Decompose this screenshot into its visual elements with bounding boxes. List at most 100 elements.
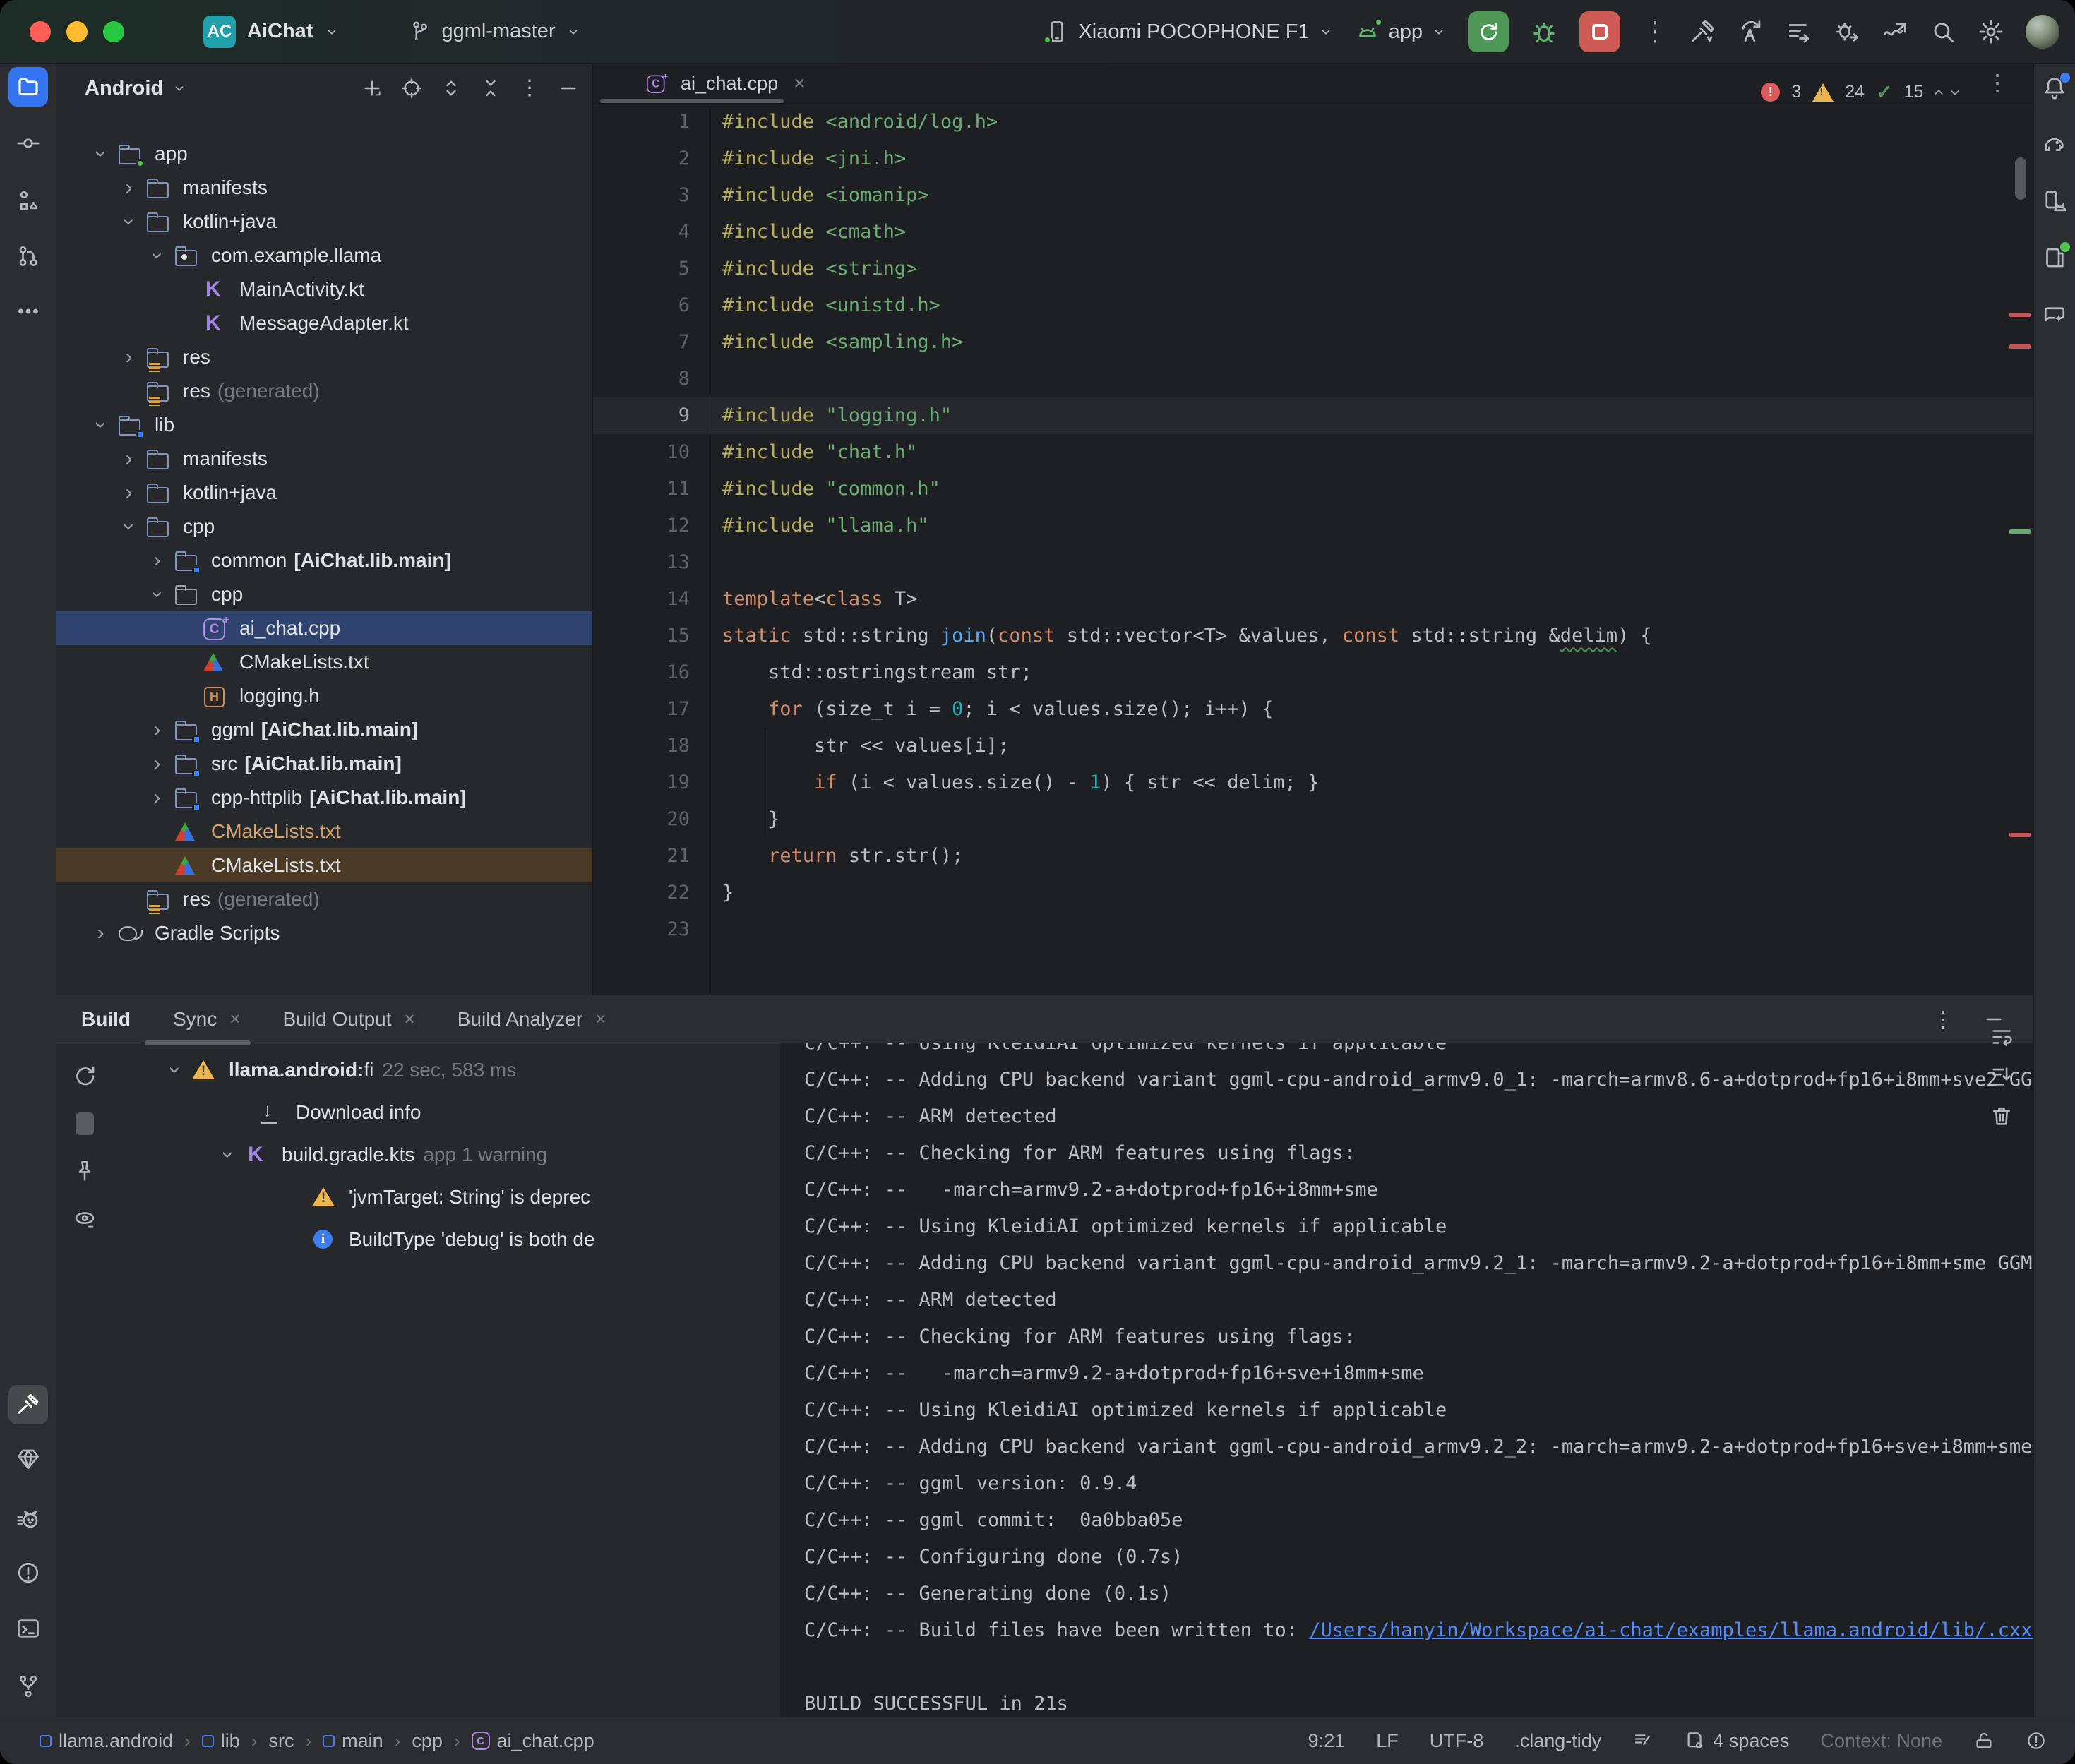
tree-row[interactable]: manifests	[56, 442, 592, 476]
tree-row[interactable]: cpp-httplib[AiChat.lib.main]	[56, 781, 592, 815]
debug-icon[interactable]	[1530, 18, 1558, 46]
close-tab-icon[interactable]: ×	[229, 1008, 240, 1030]
close-tab-icon[interactable]: ×	[794, 72, 805, 95]
build-options-kebab-icon[interactable]: ⋮	[1932, 1008, 1954, 1031]
editor-scrollbar[interactable]	[2015, 157, 2026, 200]
device-selector[interactable]: Xiaomi POCOPHONE F1	[1044, 19, 1333, 44]
chevron-icon[interactable]	[113, 447, 145, 471]
device-manager-button[interactable]	[2038, 184, 2071, 218]
chevron-icon[interactable]	[113, 210, 145, 234]
running-devices-button[interactable]	[2038, 241, 2071, 275]
tree-row[interactable]: src[AiChat.lib.main]	[56, 747, 592, 781]
stop-button[interactable]	[1579, 11, 1620, 52]
more-tool-windows-button[interactable]	[8, 292, 48, 331]
tree-row[interactable]: kotlin+java	[56, 205, 592, 239]
build-tree-row[interactable]: build.gradle.ktsapp 1 warning	[113, 1134, 780, 1176]
notifications-button[interactable]	[2038, 71, 2071, 105]
project-view-selector[interactable]: Android	[85, 77, 163, 100]
code-line[interactable]: 12#include "llama.h"	[593, 508, 2033, 544]
build-tab-build-analyzer[interactable]: Build Analyzer×	[458, 1008, 606, 1031]
profiler-icon[interactable]	[1786, 18, 1812, 45]
chevron-icon[interactable]	[212, 1143, 244, 1167]
code-line[interactable]: 6#include <unistd.h>	[593, 287, 2033, 324]
build-tool-button[interactable]	[8, 1385, 48, 1424]
chevron-icon[interactable]	[85, 413, 116, 437]
avatar[interactable]	[2026, 15, 2059, 49]
chevron-icon[interactable]	[141, 582, 173, 606]
code-line[interactable]: 2#include <jni.h>	[593, 140, 2033, 177]
filter-eye-icon[interactable]	[73, 1207, 97, 1231]
code-line[interactable]: 5#include <string>	[593, 251, 2033, 287]
soft-wrap-icon[interactable]	[1990, 1025, 2014, 1049]
status-item-utf-8[interactable]: UTF-8	[1430, 1730, 1484, 1752]
build-tab-sync[interactable]: Sync×	[173, 1008, 240, 1031]
version-control-tool-button[interactable]	[8, 1667, 48, 1706]
close-tab-icon[interactable]: ×	[595, 1008, 606, 1030]
tree-row[interactable]: ggml[AiChat.lib.main]	[56, 713, 592, 747]
code-line[interactable]: 1#include <android/log.h>	[593, 104, 2033, 140]
chevron-icon[interactable]	[141, 718, 173, 742]
build-tree-row[interactable]: BuildType 'debug' is both de	[113, 1218, 780, 1261]
tree-row[interactable]: lib	[56, 408, 592, 442]
code-line[interactable]: 21 return str.str();	[593, 838, 2033, 875]
close-window-button[interactable]	[30, 21, 51, 42]
tree-row[interactable]: app	[56, 137, 592, 171]
code-line[interactable]: 3#include <iomanip>	[593, 177, 2033, 214]
clear-all-trash-icon[interactable]	[1990, 1104, 2014, 1128]
breadcrumb-item[interactable]: Cai_chat.cpp	[472, 1730, 594, 1752]
project-selector[interactable]: AC AiChat	[203, 16, 340, 48]
device-mirror-icon[interactable]	[1882, 18, 1908, 45]
logcat-tool-button[interactable]	[8, 1499, 48, 1538]
code-line[interactable]: 20 }	[593, 801, 2033, 838]
tree-row[interactable]: logging.h	[56, 679, 592, 713]
chevron-icon[interactable]	[141, 244, 173, 268]
tree-row[interactable]: ai_chat.cpp	[56, 611, 592, 645]
pin-icon[interactable]	[73, 1159, 97, 1183]
tree-row[interactable]: res(generated)	[56, 374, 592, 408]
tree-row[interactable]: manifests	[56, 171, 592, 205]
locate-file-icon[interactable]	[400, 77, 423, 100]
minimize-window-button[interactable]	[66, 21, 88, 42]
tree-row[interactable]: MainActivity.kt	[56, 272, 592, 306]
chevron-icon[interactable]	[85, 921, 116, 945]
tree-row[interactable]: cpp	[56, 577, 592, 611]
settings-gear-icon[interactable]	[1978, 18, 2004, 45]
structure-tool-button[interactable]	[8, 181, 48, 221]
status-item-9-21[interactable]: 9:21	[1308, 1730, 1346, 1752]
commit-tool-button[interactable]	[8, 124, 48, 163]
status-item-lf[interactable]: LF	[1376, 1730, 1399, 1752]
breadcrumb-item[interactable]: main	[323, 1730, 383, 1752]
add-icon[interactable]	[361, 77, 383, 100]
tree-row[interactable]: Gradle Scripts	[56, 916, 592, 950]
status-item-context-none[interactable]: Context: None	[1820, 1730, 1942, 1752]
next-problem-icon[interactable]: ›	[1944, 89, 1967, 95]
attach-debugger-icon[interactable]	[1834, 18, 1860, 45]
editor-tab[interactable]: ai_chat.cpp ×	[593, 64, 805, 103]
hide-panel-icon[interactable]	[557, 77, 580, 100]
tree-row[interactable]: CMakeLists.txt	[56, 645, 592, 679]
code-line[interactable]: 8	[593, 361, 2033, 397]
zoom-window-button[interactable]	[103, 21, 124, 42]
tree-row[interactable]: MessageAdapter.kt	[56, 306, 592, 340]
code-line[interactable]: 19 if (i < values.size() - 1) { str << d…	[593, 764, 2033, 801]
code-line[interactable]: 23	[593, 911, 2033, 948]
apply-changes-icon[interactable]	[1738, 18, 1764, 45]
build-hammer-icon[interactable]	[1690, 18, 1716, 45]
pull-requests-tool-button[interactable]	[8, 236, 48, 276]
code-line[interactable]: 4#include <cmath>	[593, 214, 2033, 251]
chevron-icon[interactable]	[159, 1058, 191, 1082]
code-line[interactable]: 10#include "chat.h"	[593, 434, 2033, 471]
build-output-link[interactable]: /Users/hanyin/Workspace/ai-chat/examples…	[1309, 1619, 2033, 1641]
app-quality-insights-button[interactable]	[8, 1439, 48, 1479]
editor-options-kebab-icon[interactable]: ⋮	[1986, 69, 2009, 96]
code-line[interactable]: 16 std::ostringstream str;	[593, 654, 2033, 691]
code-line[interactable]: 14template<class T>	[593, 581, 2033, 618]
code-line[interactable]: 17 for (size_t i = 0; i < values.size();…	[593, 691, 2033, 728]
chevron-icon[interactable]	[85, 142, 116, 166]
chevron-icon[interactable]	[141, 752, 173, 776]
rerun-button[interactable]	[1468, 11, 1509, 52]
build-tree-row[interactable]: 'jvmTarget: String' is deprec	[113, 1176, 780, 1218]
tree-row[interactable]: common[AiChat.lib.main]	[56, 544, 592, 577]
breadcrumb-item[interactable]: lib	[202, 1730, 240, 1752]
tree-row[interactable]: res(generated)	[56, 882, 592, 916]
